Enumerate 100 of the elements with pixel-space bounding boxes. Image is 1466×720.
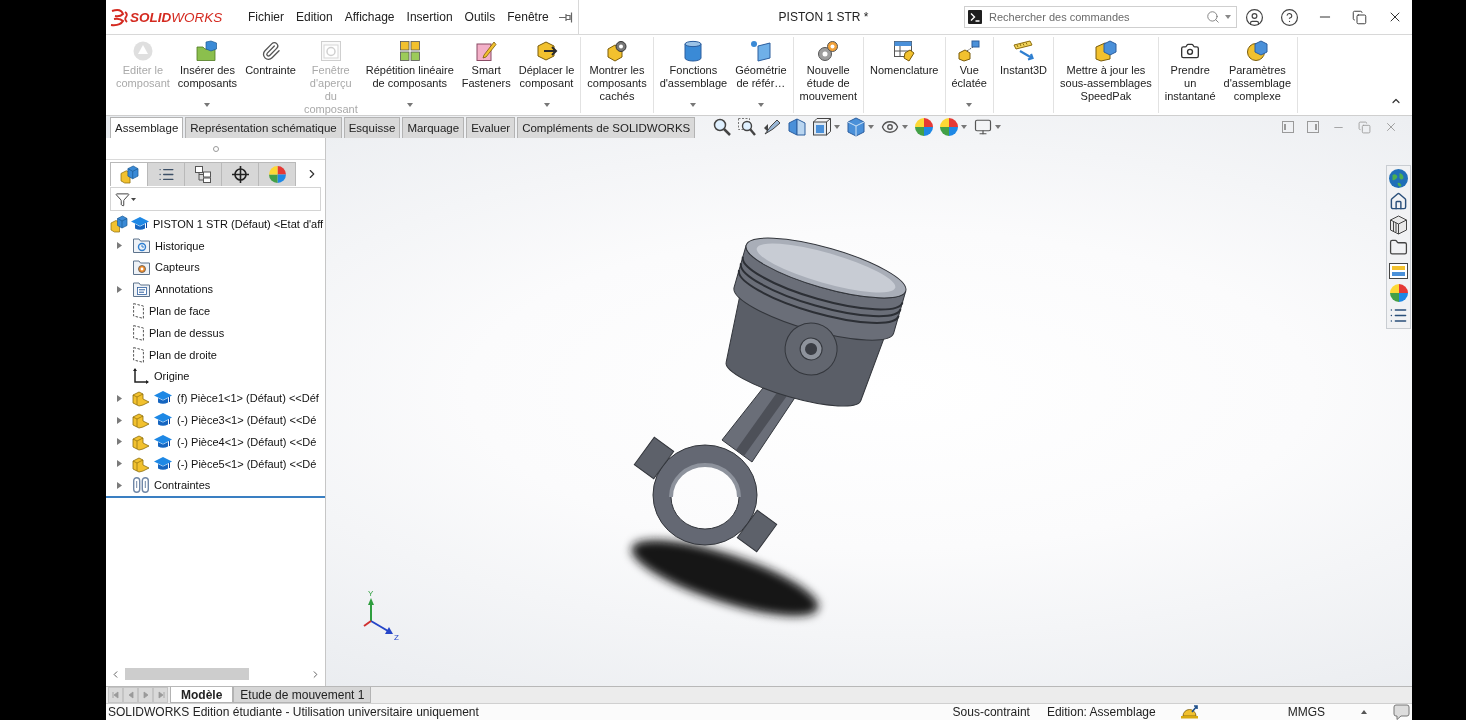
assembly-icon[interactable] (120, 166, 138, 183)
caret-up-icon[interactable] (1361, 710, 1367, 714)
globe-icon[interactable] (1389, 169, 1408, 188)
menu-item[interactable]: Insertion (400, 10, 459, 24)
tree-item[interactable]: (-) Pièce5<1> (Défaut) <<Dé (177, 457, 317, 470)
tree-item[interactable]: Contraintes (154, 479, 211, 492)
ribbon-button[interactable]: Prendre un instantané (1160, 37, 1220, 113)
zoom-icon[interactable] (713, 118, 732, 136)
expand-arrow-icon[interactable] (117, 481, 122, 489)
caret-icon[interactable] (868, 125, 875, 129)
model-tab[interactable]: Etude de mouvement 1 (233, 687, 372, 703)
tile-left-icon[interactable] (1282, 121, 1294, 133)
expand-arrow-icon[interactable] (117, 460, 122, 468)
ribbon-button[interactable]: Smart Fasteners (457, 37, 515, 113)
caret-icon[interactable] (995, 125, 1002, 129)
expand-arrow-icon[interactable] (117, 285, 122, 293)
command-tab[interactable]: Marquage (402, 117, 465, 138)
search-field[interactable]: Rechercher des commandes (964, 6, 1237, 28)
folder-icon[interactable] (1389, 238, 1408, 257)
eye-icon[interactable] (881, 118, 900, 136)
caret-icon[interactable] (204, 103, 211, 107)
color-ball-icon[interactable] (915, 118, 934, 136)
caret-icon[interactable] (902, 125, 909, 129)
tree-item[interactable]: Plan de droite (149, 348, 217, 361)
tree-item[interactable]: Plan de face (149, 305, 211, 318)
restore-icon[interactable] (1352, 9, 1367, 25)
zoom-area-icon[interactable] (738, 118, 757, 136)
tree-item[interactable]: (f) Pièce1<1> (Défaut) <<Déf (177, 392, 319, 405)
tree-item[interactable]: PISTON 1 STR (Défaut) <Etat d'aff (153, 217, 324, 230)
crosshair-icon[interactable] (231, 166, 249, 183)
caret-icon[interactable] (961, 125, 968, 129)
ribbon-button[interactable]: Vue éclatée (947, 37, 991, 113)
filter-field[interactable] (110, 187, 321, 211)
panel-tab[interactable] (184, 162, 222, 186)
cube-icon[interactable] (1389, 215, 1408, 234)
caret-icon[interactable] (966, 103, 973, 107)
ribbon-button[interactable]: Contrainte (241, 37, 300, 113)
model-tab[interactable]: Modèle (170, 687, 234, 703)
ribbon-button[interactable]: Répétition linéaire de composants (361, 37, 458, 113)
menu-item[interactable]: Fenêtre (501, 10, 555, 24)
tree-icon[interactable] (195, 166, 211, 183)
tile-right-icon[interactable] (1307, 121, 1319, 133)
ribbon-button[interactable]: Paramètres d'assemblage complexe (1219, 37, 1296, 113)
help-icon[interactable] (1280, 7, 1299, 27)
tree-item[interactable]: Origine (154, 370, 190, 383)
tree-item[interactable]: (-) Pièce3<1> (Défaut) <<Dé (177, 414, 317, 427)
ribbon-button[interactable]: Instant3D (996, 37, 1052, 113)
ribbon-button[interactable]: Insérer des composants (173, 37, 242, 113)
tree-item[interactable]: (-) Pièce4<1> (Défaut) <<Dé (177, 435, 317, 448)
expand-arrow-icon[interactable] (117, 416, 122, 424)
view-cube-icon[interactable] (813, 118, 832, 136)
command-tab[interactable]: Représentation schématique (185, 117, 342, 138)
speech-bubble-icon[interactable] (1393, 704, 1410, 720)
tree-item[interactable]: Capteurs (155, 261, 200, 274)
pin-icon[interactable] (559, 11, 572, 23)
scrollbar-thumb[interactable] (125, 668, 249, 680)
units-status[interactable]: MMGS (1287, 705, 1325, 719)
panel-tab[interactable] (147, 162, 185, 186)
expand-arrow-icon[interactable] (117, 394, 122, 402)
command-tab[interactable]: Esquisse (343, 117, 401, 138)
command-tab[interactable]: Assemblage (110, 117, 184, 138)
expand-arrow-icon[interactable] (117, 438, 122, 446)
menu-item[interactable]: Edition (290, 10, 339, 24)
caret-icon[interactable] (1225, 15, 1231, 19)
ribbon-button[interactable]: Nouvelle étude de mouvement (795, 37, 861, 113)
user-icon[interactable] (1245, 7, 1264, 27)
hard-hat-icon[interactable] (1180, 704, 1198, 720)
search-icon[interactable] (1206, 10, 1220, 24)
ribbon-button[interactable]: Nomenclature (866, 37, 943, 113)
color-ball-icon[interactable] (940, 118, 959, 136)
ribbon-button[interactable]: Déplacer le composant (514, 37, 579, 113)
tree-item[interactable]: Plan de dessus (149, 326, 225, 339)
previous-view-icon[interactable] (763, 118, 782, 136)
tree-item[interactable]: Annotations (155, 283, 214, 296)
command-tab[interactable]: Compléments de SOLIDWORKS (517, 117, 696, 138)
home-icon[interactable] (1389, 192, 1408, 211)
panel-tab[interactable] (110, 162, 148, 186)
window-icon[interactable] (1389, 261, 1408, 280)
caret-icon[interactable] (690, 103, 697, 107)
grip-icon[interactable] (212, 145, 219, 152)
list-icon[interactable] (157, 166, 175, 183)
ribbon-button[interactable]: Montrer les composants cachés (583, 37, 651, 113)
expand-arrow-icon[interactable] (117, 242, 122, 250)
menu-item[interactable]: Affichage (338, 10, 401, 24)
tree-item[interactable]: Historique (155, 239, 205, 252)
caret-icon[interactable] (834, 125, 841, 129)
color-ball-icon[interactable] (1389, 284, 1408, 302)
caret-icon[interactable] (543, 103, 550, 107)
cube-icon[interactable] (847, 118, 866, 136)
monitor-icon[interactable] (974, 118, 993, 136)
caret-icon[interactable] (757, 103, 764, 107)
ribbon-button[interactable]: Fonctions d'assemblage (655, 37, 732, 113)
menu-item[interactable]: Outils (458, 10, 502, 24)
ribbon-button[interactable]: Mettre à jour les sous-assemblages SpeedPak (1056, 37, 1156, 113)
caret-icon[interactable] (406, 103, 413, 107)
color-ball-icon[interactable] (268, 166, 286, 183)
section-view-icon[interactable] (788, 118, 807, 136)
command-tab[interactable]: Evaluer (466, 117, 516, 138)
menu-item[interactable]: Fichier (242, 10, 290, 24)
list-icon[interactable] (1389, 306, 1408, 325)
